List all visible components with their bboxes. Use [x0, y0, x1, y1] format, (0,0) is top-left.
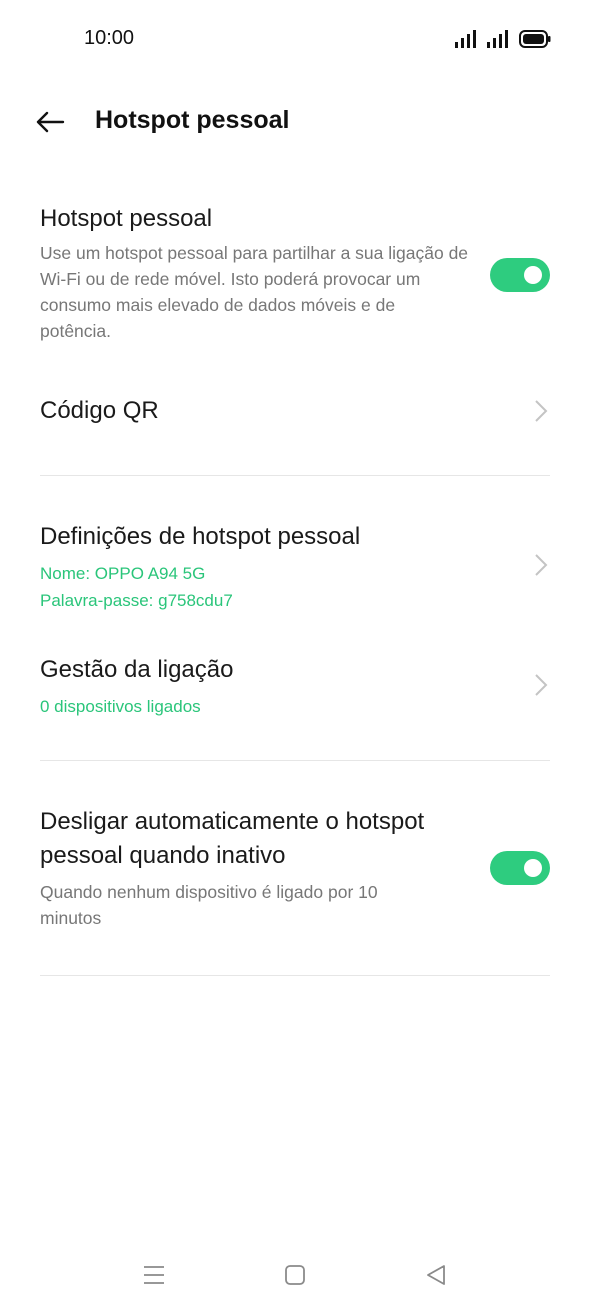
qr-code-title: Código QR [40, 397, 159, 424]
hotspot-settings-title: Definições de hotspot pessoal [40, 523, 361, 550]
home-button[interactable] [280, 1260, 310, 1290]
hotspot-toggle[interactable] [490, 258, 550, 292]
status-bar: 10:00 [0, 0, 589, 80]
chevron-right-icon [535, 400, 548, 422]
navigation-bar [0, 1244, 589, 1304]
home-icon [285, 1265, 305, 1285]
hotspot-settings-row[interactable]: Definições de hotspot pessoal Nome: OPPO… [40, 520, 550, 614]
page-title: Hotspot pessoal [95, 106, 290, 134]
connected-devices-count: 0 dispositivos ligados [40, 697, 201, 716]
menu-icon [144, 1266, 164, 1284]
hotspot-row[interactable]: Hotspot pessoal Use um hotspot pessoal p… [40, 202, 470, 344]
chevron-right-icon [535, 674, 548, 696]
battery-icon [519, 30, 551, 48]
signal-icon [455, 30, 476, 48]
toggle-knob [524, 859, 542, 877]
app-bar: Hotspot pessoal [0, 90, 589, 154]
signal-icon [487, 30, 508, 48]
connection-management-row[interactable]: Gestão da ligação 0 dispositivos ligados [40, 653, 550, 720]
back-icon [427, 1265, 445, 1285]
status-time: 10:00 [84, 27, 135, 49]
divider [40, 760, 550, 761]
auto-off-description: Quando nenhum dispositivo é ligado por 1… [40, 882, 378, 928]
back-button[interactable] [30, 102, 70, 142]
connection-management-title: Gestão da ligação [40, 656, 234, 683]
qr-code-row[interactable]: Código QR [40, 394, 550, 428]
status-icons [455, 27, 551, 51]
hotspot-password: Palavra-passe: g758cdu7 [40, 591, 233, 610]
hotspot-name: Nome: OPPO A94 5G [40, 564, 206, 583]
hotspot-description: Use um hotspot pessoal para partilhar a … [40, 243, 469, 341]
chevron-right-icon [535, 554, 548, 576]
divider [40, 975, 550, 976]
nav-back-button[interactable] [421, 1260, 451, 1290]
auto-off-row[interactable]: Desligar automaticamente o hotspot pesso… [40, 805, 480, 931]
back-arrow-icon [36, 111, 65, 133]
auto-off-title: Desligar automaticamente o hotspot pesso… [40, 808, 425, 869]
toggle-knob [524, 266, 542, 284]
auto-off-toggle[interactable] [490, 851, 550, 885]
menu-button[interactable] [139, 1260, 169, 1290]
hotspot-title: Hotspot pessoal [40, 205, 213, 232]
divider [40, 475, 550, 476]
